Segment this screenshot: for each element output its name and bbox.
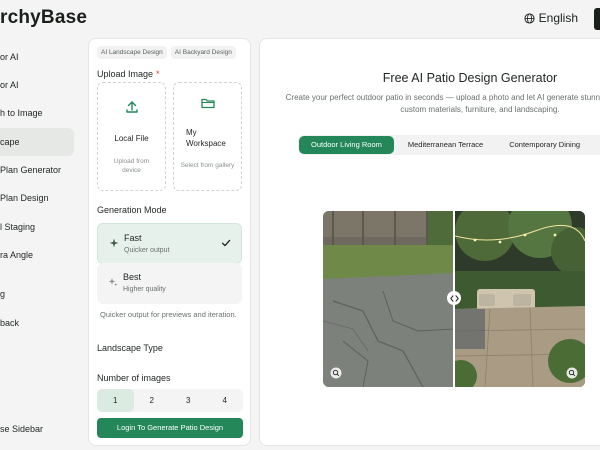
upload-icon	[125, 101, 138, 113]
num-images-selector: 1 2 3 4	[97, 389, 243, 412]
globe-icon	[524, 12, 535, 24]
page-subtitle: Create your perfect outdoor patio in sec…	[285, 93, 600, 114]
before-image	[323, 211, 455, 387]
sidebar-item-2[interactable]: h to Image	[0, 99, 74, 127]
sidebar-item-landscape[interactable]: cape	[0, 128, 74, 156]
landscape-type-label: Landscape Type	[97, 343, 163, 353]
check-icon	[221, 239, 231, 247]
comparison-handle[interactable]	[447, 291, 461, 305]
collapse-sidebar-button[interactable]: se Sidebar	[0, 424, 43, 434]
num-images-label: Number of images	[97, 373, 171, 383]
num-option-1[interactable]: 1	[97, 389, 134, 412]
sparkle-icon	[109, 238, 119, 248]
brand-logo[interactable]: rchyBase	[0, 7, 87, 29]
sidebar-item-7[interactable]: ra Angle	[0, 241, 74, 269]
local-file-title: Local File	[114, 134, 149, 143]
num-option-4[interactable]: 4	[207, 389, 244, 412]
mode-fast-option[interactable]: Fast Quicker output	[97, 223, 242, 264]
language-selector[interactable]: English	[524, 11, 578, 25]
sidebar-item-9[interactable]: back	[0, 309, 74, 337]
after-photo	[445, 211, 585, 387]
arrows-horizontal-icon	[449, 294, 459, 302]
chip-ai-landscape[interactable]: AI Landscape Design	[97, 46, 167, 59]
sidebar-item-8[interactable]: g	[0, 280, 74, 308]
local-file-subtitle: Upload from device	[113, 158, 150, 174]
workspace-title: My Workspace	[186, 128, 226, 148]
zoom-after-icon[interactable]	[566, 367, 578, 379]
login-button-edge[interactable]	[594, 8, 600, 30]
login-generate-button[interactable]: Login To Generate Patio Design	[97, 418, 243, 438]
sidebar-item-5[interactable]: Plan Design	[0, 184, 74, 212]
sidebar-item-4[interactable]: Plan Generator	[0, 156, 74, 184]
related-tools: AI Landscape Design AI Backyard Design	[97, 46, 236, 59]
mode-hint: Quicker output for previews and iteratio…	[100, 310, 237, 319]
after-image	[445, 211, 585, 387]
local-file-upload[interactable]: Local File Upload from device	[97, 82, 166, 191]
page-title: Free AI Patio Design Generator	[382, 71, 558, 85]
style-tabs: Outdoor Living Room Mediterranean Terrac…	[298, 135, 600, 155]
settings-panel: AI Landscape Design AI Backyard Design U…	[88, 38, 251, 446]
num-option-2[interactable]: 2	[134, 389, 171, 412]
stars-icon	[108, 278, 118, 287]
main-content: Free AI Patio Design Generator Create yo…	[259, 38, 600, 446]
mode-best-title: Best	[123, 272, 142, 282]
required-mark: *	[156, 69, 160, 79]
mode-best-subtitle: Higher quality	[123, 286, 166, 293]
tab-outdoor-living-room[interactable]: Outdoor Living Room	[299, 136, 394, 154]
mode-best-option[interactable]: Best Higher quality	[97, 263, 242, 304]
tab-contemporary-dining[interactable]: Contemporary Dining	[497, 136, 592, 154]
language-label: English	[538, 11, 578, 25]
mode-fast-title: Fast	[124, 233, 142, 243]
sidebar-item-6[interactable]: l Staging	[0, 213, 74, 241]
tab-mediterranean-terrace[interactable]: Mediterranean Terrace	[396, 136, 495, 154]
upload-label: Upload Image *	[97, 69, 160, 79]
top-header: rchyBase English	[0, 0, 600, 36]
chip-ai-backyard[interactable]: AI Backyard Design	[170, 46, 236, 59]
sidebar: or AI or AI h to Image cape Plan Generat…	[0, 36, 82, 450]
before-after-comparison[interactable]	[323, 211, 585, 387]
mode-fast-subtitle: Quicker output	[124, 247, 170, 254]
sidebar-item-0[interactable]: or AI	[0, 43, 74, 71]
folder-icon	[200, 98, 215, 109]
sidebar-item-1[interactable]: or AI	[0, 71, 74, 99]
workspace-subtitle: Select from gallery	[180, 162, 235, 169]
generation-mode-label: Generation Mode	[97, 205, 167, 215]
zoom-before-icon[interactable]	[330, 367, 342, 379]
num-option-3[interactable]: 3	[170, 389, 207, 412]
before-photo	[323, 211, 455, 387]
workspace-upload[interactable]: My Workspace Select from gallery	[173, 82, 242, 191]
